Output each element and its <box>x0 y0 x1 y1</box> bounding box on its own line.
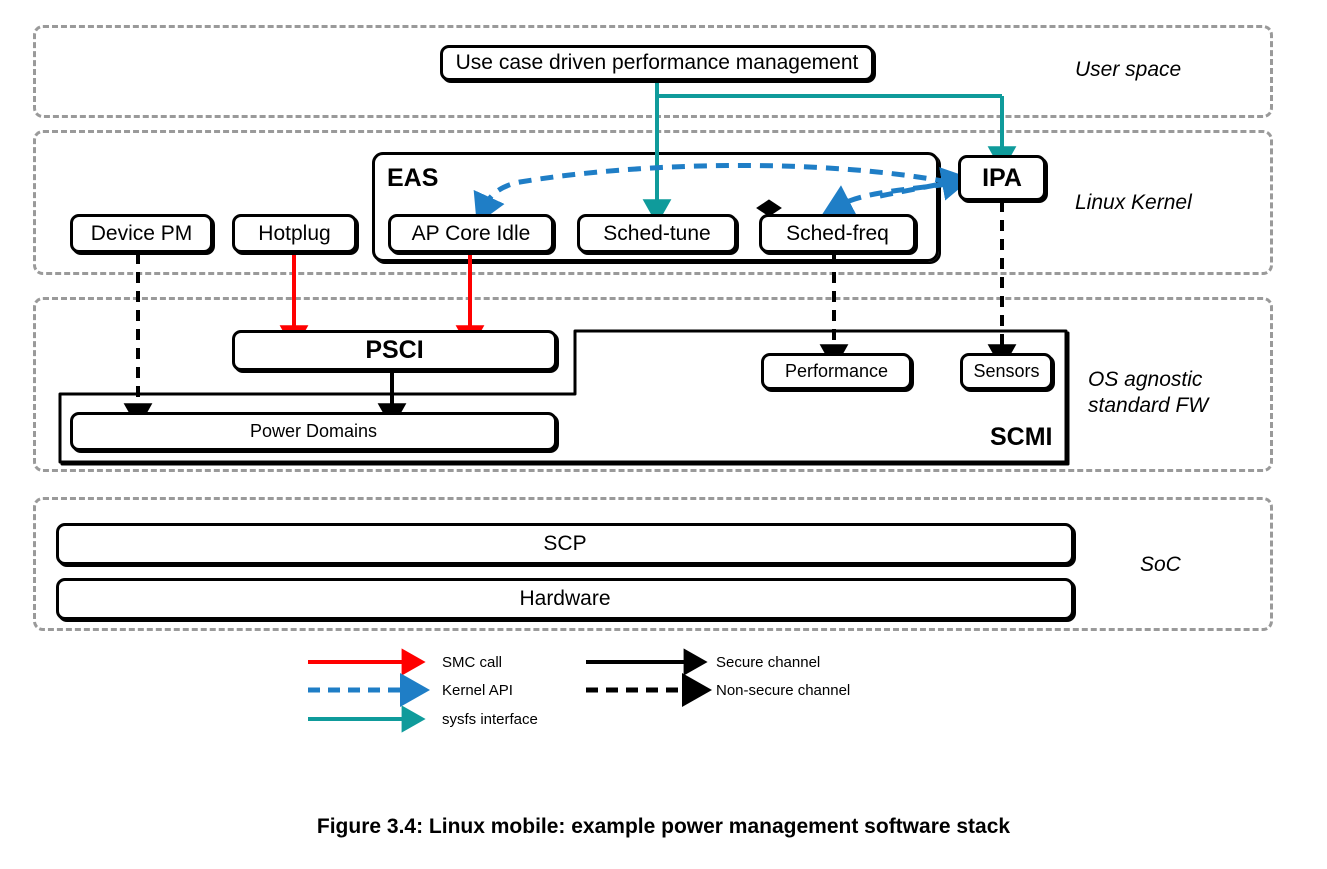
legend-label-smc-call: SMC call <box>442 654 503 671</box>
node-device-pm[interactable]: Device PM <box>70 214 213 253</box>
node-hotplug[interactable]: Hotplug <box>232 214 357 253</box>
node-sched-freq[interactable]: Sched-freq <box>759 214 916 253</box>
layer-label-linux-kernel: Linux Kernel <box>1075 191 1192 214</box>
node-power-domains[interactable]: Power Domains <box>70 412 557 451</box>
layer-label-os-agnostic: OS agnostic standard FW <box>1088 368 1209 417</box>
node-ipa[interactable]: IPA <box>958 155 1046 201</box>
node-hardware[interactable]: Hardware <box>56 578 1074 620</box>
legend-label-kernel-api: Kernel API <box>442 682 513 699</box>
node-ap-core-idle[interactable]: AP Core Idle <box>388 214 554 253</box>
legend-label-secure-channel: Secure channel <box>716 654 821 671</box>
layer-label-user-space: User space <box>1075 58 1182 81</box>
legend-label-sysfs-interface: sysfs interface <box>442 711 538 728</box>
scmi-group-title: SCMI <box>990 423 1053 451</box>
legend-label-non-secure-channel: Non-secure channel <box>716 682 851 699</box>
figure-canvas: User space Linux Kernel OS agnostic stan… <box>0 0 1327 869</box>
eas-group-title: EAS <box>387 164 439 192</box>
node-scp[interactable]: SCP <box>56 523 1074 565</box>
figure-caption: Figure 3.4: Linux mobile: example power … <box>316 815 1011 838</box>
node-sched-tune[interactable]: Sched-tune <box>577 214 737 253</box>
layer-label-soc: SoC <box>1140 553 1181 576</box>
node-use-case-driven-performance-management[interactable]: Use case driven performance management <box>440 45 874 81</box>
node-psci[interactable]: PSCI <box>232 330 557 371</box>
node-performance[interactable]: Performance <box>761 353 912 390</box>
node-sensors[interactable]: Sensors <box>960 353 1053 390</box>
